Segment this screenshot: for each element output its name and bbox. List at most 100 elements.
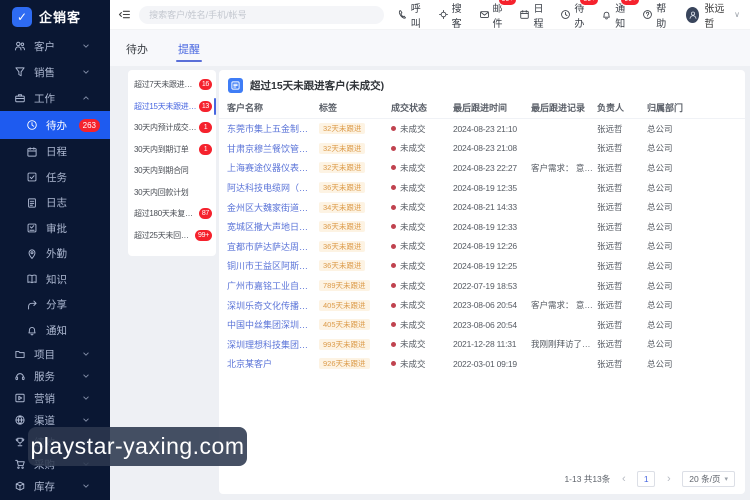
customer-name-link[interactable]: 深圳理想科技集团有限公司 xyxy=(227,338,319,351)
customer-name-link[interactable]: 铜川市王益区阿斯顿英语学校 xyxy=(227,259,319,272)
last-followup-time: 2023-08-06 20:54 xyxy=(453,300,517,311)
topbar-action-2[interactable]: 邮件99+ xyxy=(479,0,518,30)
sidebar-item-0[interactable]: 客户 xyxy=(0,33,110,59)
filter-item-7[interactable]: 超过25天未回访客户99+ xyxy=(128,225,216,247)
owner-cell: 张远哲 xyxy=(597,358,623,369)
topbar-action-4[interactable]: 待办59+ xyxy=(560,0,600,30)
last-followup-record: 客户需求： 意向... xyxy=(531,162,597,173)
topbar-action-6[interactable]: 帮助 xyxy=(642,0,670,30)
filter-item-4[interactable]: 30天内到期合同 xyxy=(128,160,216,182)
sidebar-subitem-2[interactable]: 任务 xyxy=(0,165,110,191)
owner-cell: 张远哲 xyxy=(597,339,623,350)
column-header: 客户名称 xyxy=(227,103,264,113)
column-header: 归属部门 xyxy=(647,103,684,113)
customer-name-link[interactable]: 深圳乐奇文化传播有限公司 xyxy=(227,299,319,312)
owner-cell: 张远哲 xyxy=(597,162,623,173)
sidebar-subitem-3[interactable]: 日志 xyxy=(0,190,110,216)
customer-name-link[interactable]: 阿达科技电缆网（深圳）有... xyxy=(227,181,319,194)
tag-cell: 36天未跟进 xyxy=(319,240,391,252)
prev-page-button[interactable]: ‹ xyxy=(616,472,631,487)
chevron-down-icon xyxy=(80,392,92,404)
filter-item-3[interactable]: 30天内到期订单 1 xyxy=(128,139,216,161)
locate-icon xyxy=(438,9,449,20)
table-row: 上海赛途仪器仪表有限公司32天未跟进 未成交2024-08-23 22:27 客户需… xyxy=(219,158,745,178)
sidebar-item-1[interactable]: 销售 xyxy=(0,59,110,85)
chevron-down-icon xyxy=(80,370,92,382)
department-cell: 总公司 xyxy=(647,143,673,154)
user-menu[interactable]: 张远哲 ∨ xyxy=(686,0,740,30)
sidebar-item-bottom-0[interactable]: 项目 xyxy=(0,343,110,365)
next-page-button[interactable]: › xyxy=(661,472,676,487)
search-input[interactable] xyxy=(139,5,384,24)
sidebar-item-label: 营销 xyxy=(34,392,55,405)
days-tag: 36天未跟进 xyxy=(319,260,366,272)
sidebar-subitem-7[interactable]: 分享 xyxy=(0,292,110,318)
customer-name-link[interactable]: 中国中丝集团深圳公司 xyxy=(227,318,319,331)
department-cell: 总公司 xyxy=(647,339,673,350)
sidebar-subitem-1[interactable]: 日程 xyxy=(0,139,110,165)
topbar-action-label: 日程 xyxy=(533,3,544,30)
filter-item-6[interactable]: 超过180天未复购客户87 xyxy=(128,203,216,225)
sidebar-subitem-4[interactable]: 审批 xyxy=(0,216,110,242)
sidebar-item-bottom-1[interactable]: 服务 xyxy=(0,365,110,387)
deal-status-cell: 未成交 xyxy=(391,162,453,174)
customer-name-link[interactable]: 宜都市萨达萨达周农业厂 xyxy=(227,240,319,253)
sidebar-subitem-8[interactable]: 通知 xyxy=(0,318,110,344)
table-row: 阿达科技电缆网（深圳）有...36天未跟进 未成交2024-08-19 12:35… xyxy=(219,178,745,198)
tab-reminder[interactable]: 提醒 xyxy=(176,32,202,64)
topbar-action-1[interactable]: 搜客 xyxy=(438,0,466,30)
tag-cell: 789天未跟进 xyxy=(319,280,391,292)
days-tag: 926天未跟进 xyxy=(319,358,370,370)
chevron-up-icon xyxy=(80,92,92,104)
customer-name-link[interactable]: 甘肃京穆兰餐饮管理有限公司 xyxy=(227,142,319,155)
department-cell: 总公司 xyxy=(647,241,673,252)
department-cell: 总公司 xyxy=(647,123,673,134)
tag-cell: 36天未跟进 xyxy=(319,221,391,233)
table-row: 广州市嘉铭工业自动化技术...789天未跟进 未成交2022-07-19 18:5… xyxy=(219,276,745,296)
customer-name-link[interactable]: 宽城区撒大声地日用品百货... xyxy=(227,220,319,233)
page-1-button[interactable]: 1 xyxy=(637,471,656,487)
sidebar-item-label: 销售 xyxy=(34,66,55,79)
page-size-select[interactable]: 20 条/页 ▾ xyxy=(682,471,735,487)
sidebar-item-bottom-6[interactable]: 库存 xyxy=(0,475,110,497)
sidebar-item-bottom-2[interactable]: 营销 xyxy=(0,387,110,409)
filter-item-2[interactable]: 30天内预计成交商机 1 xyxy=(128,117,216,139)
last-followup-record: 我刚刚拜访了这... xyxy=(531,339,597,350)
menu-fold-icon[interactable] xyxy=(118,7,131,22)
tag-cell: 926天未跟进 xyxy=(319,358,391,370)
sidebar-subitem-6[interactable]: 知识 xyxy=(0,267,110,293)
customer-name-link[interactable]: 广州市嘉铭工业自动化技术... xyxy=(227,279,319,292)
sidebar-item-2[interactable]: 工作 xyxy=(0,85,110,111)
topbar-action-3[interactable]: 日程 xyxy=(519,0,547,30)
sidebar-item-label: 服务 xyxy=(34,370,55,383)
filter-item-5[interactable]: 30天内回款计划 xyxy=(128,182,216,204)
customer-name-link[interactable]: 金州区大魏家街道巳忠声出... xyxy=(227,201,319,214)
journal-icon xyxy=(26,197,38,209)
topbar-action-5[interactable]: 通知99+ xyxy=(601,0,641,30)
briefcase-icon xyxy=(14,92,26,104)
sidebar-subitem-5[interactable]: 外勤 xyxy=(0,241,110,267)
status-dot-icon xyxy=(391,263,396,269)
last-followup-time: 2023-08-06 20:54 xyxy=(453,319,517,330)
tab-todo[interactable]: 待办 xyxy=(124,32,150,64)
main-panel: 超过15天未跟进客户(未成交) 客户名称 标签 成交状态 最后跟进时间 最后跟进记录 负责… xyxy=(219,70,745,494)
deal-status-cell: 未成交 xyxy=(391,240,453,252)
topbar-action-0[interactable]: 呼叫 xyxy=(397,0,425,30)
calendar-icon xyxy=(26,146,38,158)
customer-name-link[interactable]: 北京某客户 xyxy=(227,357,319,370)
department-cell: 总公司 xyxy=(647,182,673,193)
filter-item-0[interactable]: 超过7天未跟进客户 16 xyxy=(128,74,216,96)
filter-label: 30天内回款计划 xyxy=(134,187,189,197)
customer-name-link[interactable]: 上海赛途仪器仪表有限公司 xyxy=(227,161,319,174)
table-row: 铜川市王益区阿斯顿英语学校36天未跟进 未成交2024-08-19 12:25 张远… xyxy=(219,256,745,276)
filter-item-1[interactable]: 超过15天未跟进客户 13 xyxy=(128,96,216,118)
status-dot-icon xyxy=(391,341,396,347)
table-row: 宜都市萨达萨达周农业厂 36天未跟进 未成交 2024-08-19 12:26 张远哲 总… xyxy=(219,237,745,257)
tag-cell: 32天未跟进 xyxy=(319,142,391,154)
customer-name-link[interactable]: 东莞市集上五金制品有限公司 xyxy=(227,122,319,135)
filter-label: 30天内到期订单 xyxy=(134,144,189,154)
deal-status-cell: 未成交 xyxy=(391,280,453,292)
days-tag: 36天未跟进 xyxy=(319,182,366,194)
sidebar-subitem-0[interactable]: 待办 263 xyxy=(0,111,110,139)
topbar: 呼叫 搜客邮件99+ 日程待办59+通知99+ 帮助 张远哲 ∨ xyxy=(110,0,750,30)
